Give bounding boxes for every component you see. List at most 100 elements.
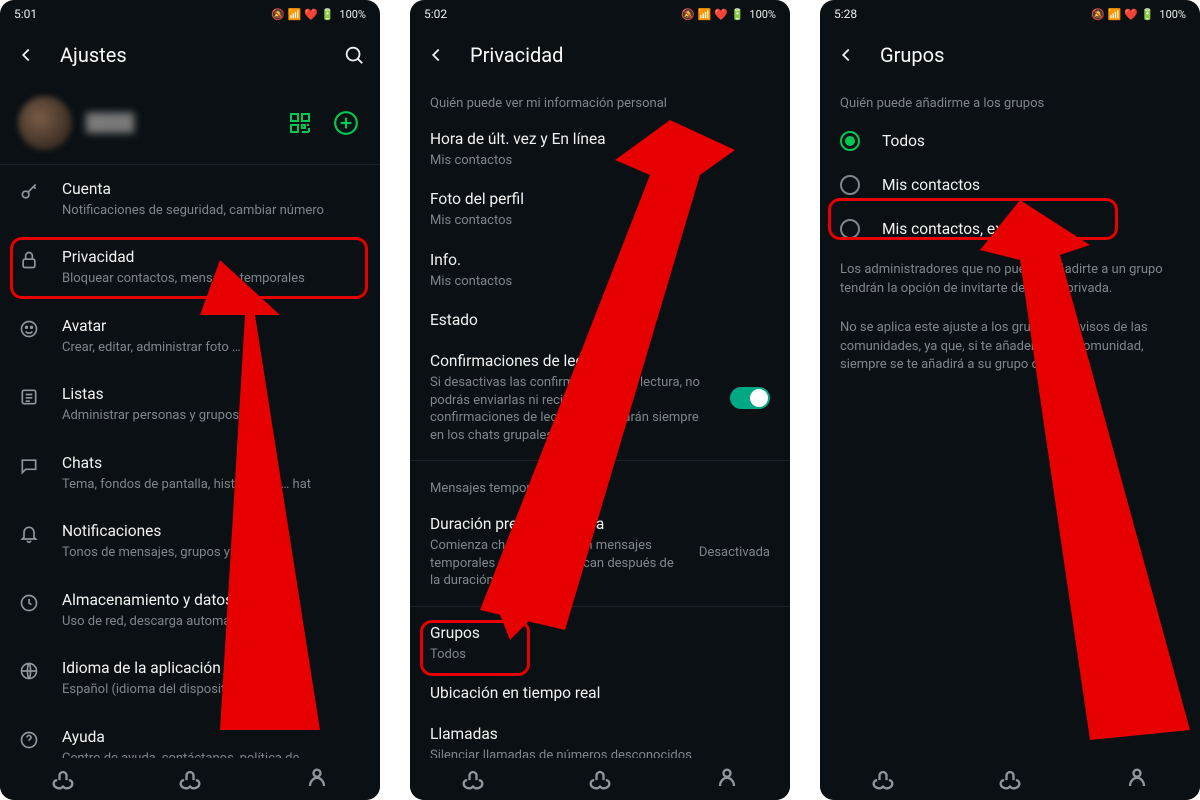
profile-name: ████: [86, 113, 270, 133]
radio-label: Todos: [882, 132, 925, 150]
priv-lastseen[interactable]: Hora de últ. vez y En línea Mis contactos: [410, 119, 790, 179]
nav-icon[interactable]: [303, 765, 331, 793]
priv-grupos[interactable]: Grupos Todos: [410, 613, 790, 673]
priv-estado[interactable]: Estado: [410, 300, 790, 341]
radio-excepto[interactable]: Mis contactos, excepto…: [820, 207, 1200, 251]
setting-label: Avatar: [62, 316, 362, 337]
setting-label: Grupos: [430, 623, 770, 644]
setting-cuenta[interactable]: Cuenta Notificaciones de seguridad, cambi…: [0, 165, 380, 233]
clock: 5:01: [14, 7, 37, 21]
back-icon[interactable]: [8, 37, 44, 73]
setting-almacenamiento[interactable]: Almacenamiento y datos Uso de red, descar…: [0, 576, 380, 644]
page-title: Grupos: [880, 43, 1192, 67]
screen-grupos: 5:28 🔕 📶 ❤️ 🔋100% Grupos Quién puede aña…: [820, 0, 1200, 800]
header: Ajustes: [0, 28, 380, 82]
nav-icon[interactable]: [586, 765, 614, 793]
priv-ubicacion[interactable]: Ubicación en tiempo real: [410, 673, 790, 714]
setting-sub: Tonos de mensajes, grupos y llamadas: [62, 544, 362, 562]
radio-icon: [840, 175, 860, 195]
radio-label: Mis contactos: [882, 176, 980, 194]
radio-icon: [840, 131, 860, 151]
radio-todos[interactable]: Todos: [820, 119, 1200, 163]
setting-sub: Bloquear contactos, mensajes temporales: [62, 270, 362, 288]
back-icon[interactable]: [418, 37, 454, 73]
setting-label: Info.: [430, 250, 770, 271]
header: Privacidad: [410, 28, 790, 82]
face-icon: [18, 318, 40, 340]
avatar: [18, 96, 72, 150]
setting-label: Estado: [430, 310, 770, 331]
setting-sub: Uso de red, descarga automática: [62, 613, 362, 631]
setting-label: Ubicación en tiempo real: [430, 683, 770, 704]
setting-privacidad[interactable]: PrivacidadBloquear contactos, mensajes t…: [0, 233, 380, 301]
setting-sub: Si desactivas las confirmaciones de lect…: [430, 374, 708, 444]
nav-bar: [820, 758, 1200, 800]
nav-bar: [0, 758, 380, 800]
nav-bar: [410, 758, 790, 800]
clock: 5:28: [834, 7, 857, 21]
qr-icon[interactable]: [284, 107, 316, 139]
setting-sub: Mis contactos: [430, 152, 770, 170]
toggle-readreceipts[interactable]: [730, 387, 770, 409]
priv-duration[interactable]: Duración predeterminadaComienza chats nu…: [410, 504, 790, 600]
setting-sub: Administrar personas y grupos: [62, 407, 362, 425]
setting-idioma[interactable]: Idioma de la aplicación Español (idioma d…: [0, 644, 380, 712]
header: Grupos: [820, 28, 1200, 82]
page-title: Privacidad: [470, 43, 782, 67]
setting-label: Notificaciones: [62, 521, 362, 542]
priv-info[interactable]: Info.Mis contactos: [410, 240, 790, 300]
section-header: Mensajes temporales: [410, 467, 790, 504]
setting-label: Hora de últ. vez y En línea: [430, 129, 770, 150]
nav-icon[interactable]: [176, 765, 204, 793]
setting-label: Almacenamiento y datos: [62, 590, 362, 611]
nav-icon[interactable]: [869, 765, 897, 793]
desc-text: Los administradores que no puedan añadir…: [820, 251, 1200, 309]
nav-icon[interactable]: [49, 765, 77, 793]
setting-label: Cuenta: [62, 179, 362, 200]
add-contact-icon[interactable]: [330, 107, 362, 139]
nav-icon[interactable]: [996, 765, 1024, 793]
nav-icon[interactable]: [1123, 765, 1151, 793]
setting-sub: Español (idioma del dispositivo): [62, 681, 362, 699]
setting-listas[interactable]: ListasAdministrar personas y grupos: [0, 370, 380, 438]
nav-icon[interactable]: [459, 765, 487, 793]
status-icons: 🔕 📶 ❤️ 🔋100%: [1091, 8, 1186, 21]
setting-label: Duración predeterminada: [430, 514, 677, 535]
setting-label: Chats: [62, 453, 362, 474]
setting-avatar[interactable]: Avatar Crear, editar, administrar foto … …: [0, 302, 380, 370]
setting-label: Confirmaciones de lectura: [430, 351, 708, 372]
profile-row[interactable]: ████: [0, 82, 380, 164]
radio-miscontactos[interactable]: Mis contactos: [820, 163, 1200, 207]
page-title: Ajustes: [60, 43, 320, 67]
setting-notificaciones[interactable]: Notificaciones Tonos de mensajes, grupos …: [0, 507, 380, 575]
data-icon: [18, 592, 40, 614]
priv-readreceipts[interactable]: Confirmaciones de lecturaSi desactivas l…: [410, 341, 790, 454]
radio-icon: [840, 219, 860, 239]
back-icon[interactable]: [828, 37, 864, 73]
priv-photo[interactable]: Foto del perfil Mis contactos: [410, 179, 790, 239]
setting-sub: Tema, fondos de pantalla, historial de ……: [62, 476, 362, 494]
screen-ajustes: 5:01 🔕 📶 ❤️ 🔋100% Ajustes ████ Cuenta Not…: [0, 0, 380, 800]
search-icon[interactable]: [336, 37, 372, 73]
status-bar: 5:01 🔕 📶 ❤️ 🔋100%: [0, 0, 380, 28]
status-icons: 🔕 📶 ❤️ 🔋100%: [681, 8, 776, 21]
list-icon: [18, 386, 40, 408]
setting-chats[interactable]: Chats Tema, fondos de pantalla, historial…: [0, 439, 380, 507]
chat-icon: [18, 455, 40, 477]
screen-privacidad: 5:02 🔕 📶 ❤️ 🔋100% Privacidad Quién puede…: [410, 0, 790, 800]
section-header: Quién puede añadirme a los grupos: [820, 82, 1200, 119]
status-bar: 5:28 🔕 📶 ❤️ 🔋100%: [820, 0, 1200, 28]
setting-sub: Crear, editar, administrar foto … fil: [62, 339, 362, 357]
bell-icon: [18, 523, 40, 545]
setting-sub: Notificaciones de seguridad, cambiar núm…: [62, 202, 362, 220]
setting-sub: Mis contactos: [430, 212, 770, 230]
setting-label: Llamadas: [430, 724, 770, 745]
nav-icon[interactable]: [713, 765, 741, 793]
setting-sub: Todos: [430, 646, 770, 664]
lock-icon: [18, 249, 40, 271]
setting-label: Idioma de la aplicación: [62, 658, 362, 679]
setting-side: Desactivada: [699, 545, 770, 560]
setting-label: Foto del perfil: [430, 189, 770, 210]
section-header: Quién puede ver mi información personal: [410, 82, 790, 119]
key-icon: [18, 181, 40, 203]
